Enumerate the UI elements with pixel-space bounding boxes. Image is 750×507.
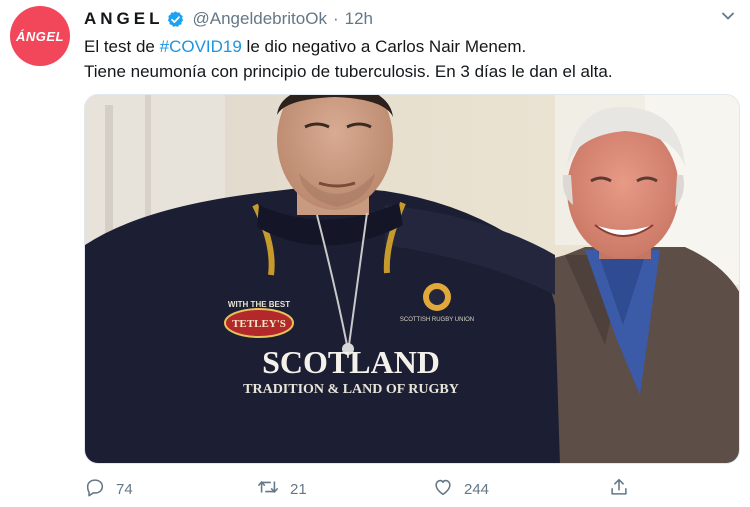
shirt-badge-caption: WITH THE BEST	[228, 300, 290, 309]
tweet-text: El test de #COVID19 le dio negativo a Ca…	[84, 34, 734, 84]
timestamp[interactable]: 12h	[345, 9, 373, 29]
reply-button[interactable]: 74	[84, 476, 133, 502]
like-icon	[432, 476, 464, 502]
retweet-count: 21	[290, 480, 307, 498]
share-icon	[608, 476, 640, 502]
retweet-button[interactable]: 21	[256, 476, 307, 502]
reply-icon	[84, 476, 116, 502]
tweet-text-line-1: El test de #COVID19 le dio negativo a Ca…	[84, 34, 734, 59]
chevron-down-icon[interactable]	[720, 8, 736, 29]
shirt-main-text: SCOTLAND	[262, 344, 440, 380]
user-handle[interactable]: @AngeldebritoOk	[193, 9, 327, 29]
retweet-icon	[256, 476, 290, 502]
display-name[interactable]: ANGEL	[84, 9, 164, 29]
separator-dot: ·	[332, 9, 339, 28]
avatar-text: ÁNGEL	[16, 28, 64, 44]
hashtag-link[interactable]: #COVID19	[160, 37, 242, 56]
shirt-crest-caption: SCOTTISH RUGBY UNION	[400, 317, 474, 323]
tweet-text-line-2: Tiene neumonía con principio de tubercul…	[84, 62, 613, 81]
like-button[interactable]: 244	[432, 476, 489, 502]
tweet-header: ANGEL @AngeldebritoOk · 12h	[84, 6, 373, 32]
verified-badge-icon	[166, 10, 185, 29]
shirt-badge-brand: TETLEY'S	[232, 318, 286, 330]
photo-illustration: WITH THE BEST TETLEY'S SCOTTISH RUGBY UN…	[85, 95, 739, 463]
tweet-actions: 74 21 244	[84, 474, 644, 504]
tweet-photo[interactable]: WITH THE BEST TETLEY'S SCOTTISH RUGBY UN…	[84, 94, 740, 464]
like-count: 244	[464, 480, 490, 498]
shirt-sub-text: TRADITION & LAND OF RUGBY	[243, 382, 459, 397]
tweet-text-prefix: El test de	[84, 37, 160, 56]
avatar[interactable]: ÁNGEL	[10, 6, 70, 66]
share-button[interactable]	[608, 476, 640, 502]
reply-count: 74	[116, 480, 133, 498]
tweet-text-suffix: le dio negativo a Carlos Nair Menem.	[241, 37, 527, 56]
